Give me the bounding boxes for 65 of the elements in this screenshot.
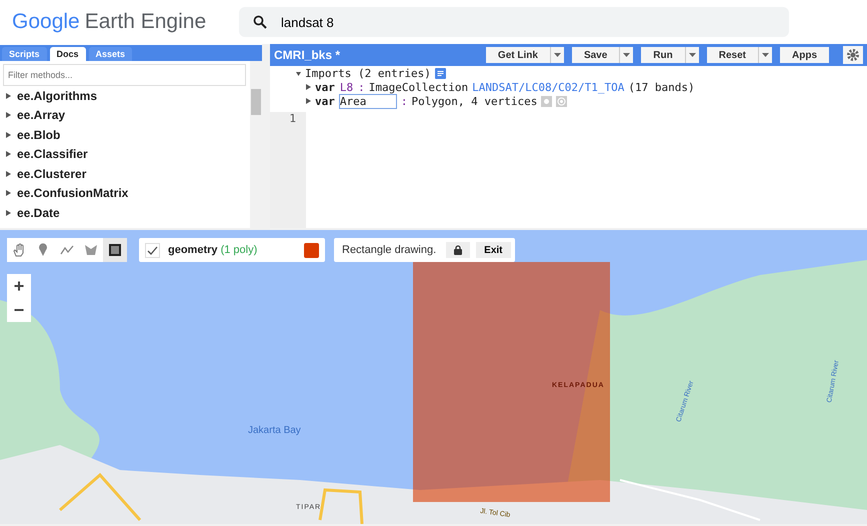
layer-color-swatch[interactable]	[304, 242, 319, 258]
caret-right-icon	[6, 151, 11, 158]
dropdown-button[interactable]	[550, 47, 564, 63]
caret-down-icon	[296, 70, 301, 76]
asset-link[interactable]: LANDSAT/LC08/C02/T1_TOA	[472, 80, 624, 94]
caret-right-icon	[6, 132, 11, 138]
scrollbar[interactable]	[250, 61, 262, 228]
line-icon	[60, 245, 74, 255]
docs-item[interactable]: ee.Clusterer	[17, 166, 86, 181]
caret-icon	[762, 53, 769, 57]
caret-icon	[623, 53, 630, 57]
drawing-hint: Rectangle drawing.	[342, 244, 436, 256]
code-punctuation: :	[358, 80, 365, 94]
line-number: 1	[289, 112, 296, 126]
caret-icon	[554, 53, 561, 57]
script-title: CMRI_bks *	[274, 48, 342, 62]
variable-name[interactable]: Area	[338, 94, 397, 108]
code-text: Polygon, 4 vertices	[412, 94, 538, 108]
hand-icon	[12, 243, 26, 257]
filter-field[interactable]: Filter methods...	[3, 64, 246, 86]
rectangle-icon	[109, 244, 121, 256]
caret-right-icon	[306, 98, 311, 104]
pin-icon	[38, 243, 48, 257]
logo: Google Earth Engine	[12, 9, 208, 35]
code-punctuation: :	[400, 94, 408, 108]
docs-item[interactable]: ee.Array	[17, 108, 66, 122]
drawing-tool[interactable]	[103, 238, 127, 262]
docs-item[interactable]: ee.Classifier	[17, 147, 88, 162]
lock-button[interactable]	[446, 242, 470, 258]
caret-right-icon	[6, 112, 11, 118]
check-icon	[147, 246, 158, 254]
settings-icon	[846, 48, 860, 62]
document-icon	[434, 68, 446, 78]
caret-right-icon	[306, 84, 311, 90]
toolbar-button[interactable]: Apps	[780, 47, 829, 63]
code-keyword: var	[315, 94, 335, 108]
docs-item[interactable]: ee.Algorithms	[17, 88, 98, 103]
caret-right-icon	[6, 92, 11, 99]
caret-right-icon	[6, 190, 11, 196]
polygon-icon	[84, 244, 98, 256]
caret-icon	[688, 53, 696, 57]
docs-item[interactable]: ee.Blob	[17, 128, 60, 142]
code-text: (17 bands)	[628, 80, 695, 94]
caret-right-icon	[6, 170, 11, 177]
docs-item[interactable]: ee.Date	[17, 206, 60, 220]
dropdown-button[interactable]	[758, 47, 772, 63]
settings-button[interactable]	[843, 46, 863, 64]
code-keyword: var	[315, 80, 335, 94]
code-text: ImageCollection	[368, 80, 468, 94]
dropdown-button[interactable]	[619, 47, 634, 63]
dropdown-button[interactable]	[684, 47, 699, 63]
map-label: Jakarta Bay	[248, 425, 301, 436]
layer-name[interactable]: geometry (1 poly)	[168, 244, 296, 256]
checkbox[interactable]	[145, 242, 160, 258]
variable-name: L8	[338, 80, 354, 94]
search-bar[interactable]: landsat 8	[239, 7, 789, 37]
panel-tab[interactable]: Docs	[50, 47, 86, 61]
search-input[interactable]: landsat 8	[279, 14, 679, 30]
map-drawing[interactable]	[0, 230, 867, 524]
search-icon	[253, 15, 267, 29]
docs-item[interactable]: ee.ConfusionMatrix	[17, 186, 128, 200]
exit-button[interactable]: Exit	[476, 242, 511, 258]
lock-icon	[454, 245, 462, 255]
caret-right-icon	[6, 210, 11, 216]
imports-header[interactable]: Imports (2 entries)	[305, 66, 431, 80]
